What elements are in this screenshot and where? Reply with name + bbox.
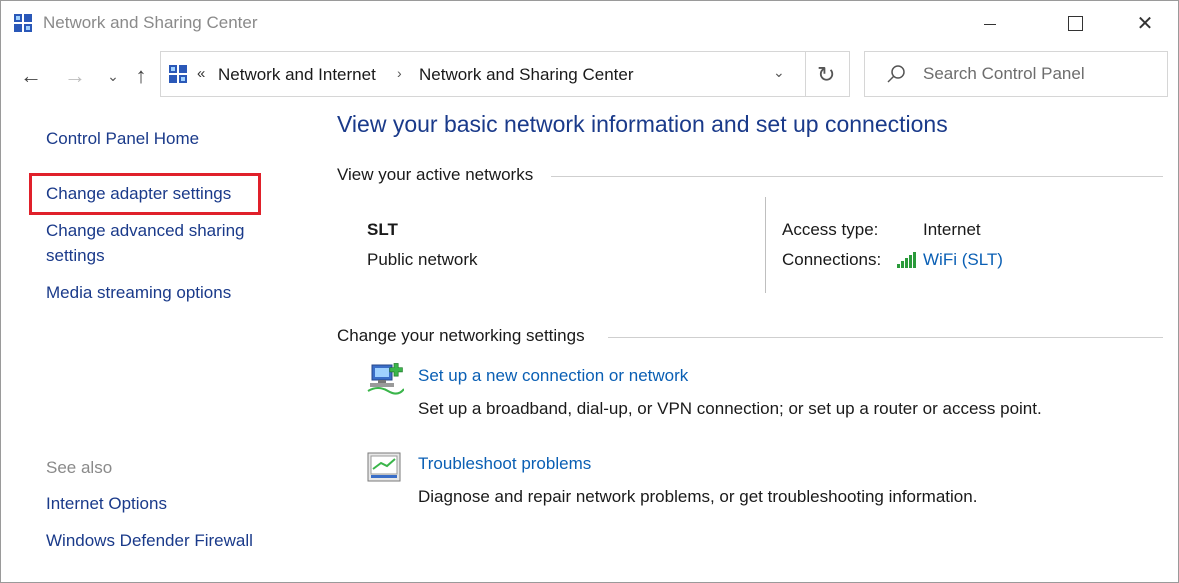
maximize-icon [1068, 16, 1083, 31]
windows-defender-firewall-link[interactable]: Windows Defender Firewall [46, 531, 253, 551]
media-streaming-options-link[interactable]: Media streaming options [46, 283, 231, 303]
address-bar[interactable]: « Network and Internet › Network and Sha… [160, 51, 850, 97]
access-type-value: Internet [923, 220, 981, 239]
minimize-icon [984, 24, 996, 25]
section-divider [551, 176, 1163, 177]
troubleshoot-problems-link[interactable]: Troubleshoot problems [418, 454, 591, 474]
main-content: View your basic network information and … [321, 101, 1178, 582]
change-settings-heading: Change your networking settings [337, 326, 585, 345]
chevron-down-icon: ⌄ [107, 68, 119, 84]
control-panel-icon [169, 65, 187, 83]
maximize-button[interactable] [1046, 1, 1102, 47]
search-icon [887, 65, 905, 83]
new-connection-icon [367, 363, 404, 395]
breadcrumb-separator-icon[interactable]: › [397, 65, 402, 81]
arrow-up-icon: ↑ [135, 63, 147, 88]
search-input[interactable] [923, 62, 1153, 86]
wifi-signal-icon [897, 252, 916, 268]
arrow-right-icon: → [64, 63, 86, 88]
network-center-app-icon [14, 14, 32, 32]
network-name: SLT [367, 220, 398, 239]
network-divider [765, 197, 766, 293]
back-button[interactable]: ← [17, 63, 45, 89]
search-box[interactable] [864, 51, 1168, 97]
control-panel-home-link[interactable]: Control Panel Home [46, 129, 199, 149]
network-type[interactable]: Public network [367, 250, 478, 270]
navigation-bar: ← → ⌄ ↑ « Network and Internet › Network… [1, 49, 1178, 101]
breadcrumb-network-and-internet[interactable]: Network and Internet [218, 65, 376, 85]
troubleshoot-icon [367, 452, 401, 482]
active-networks-heading: View your active networks [337, 165, 534, 184]
setup-connection-description: Set up a broadband, dial-up, or VPN conn… [418, 399, 1042, 418]
close-icon: ✕ [1136, 13, 1154, 35]
close-button[interactable]: ✕ [1117, 1, 1173, 47]
change-advanced-sharing-link-continued[interactable]: settings [46, 246, 105, 266]
internet-options-link[interactable]: Internet Options [46, 494, 167, 514]
left-pane: Control Panel Home Change adapter settin… [1, 101, 321, 582]
change-adapter-settings-link[interactable]: Change adapter settings [46, 184, 231, 204]
arrow-left-icon: ← [20, 63, 42, 88]
wifi-connection-link[interactable]: WiFi (SLT) [923, 250, 1003, 270]
section-divider [608, 337, 1163, 338]
setup-connection-link[interactable]: Set up a new connection or network [418, 366, 688, 386]
minimize-button[interactable] [961, 1, 1017, 47]
page-title: View your basic network information and … [337, 111, 948, 137]
chevron-down-icon: ⌄ [773, 64, 785, 80]
address-divider [805, 52, 806, 96]
change-advanced-sharing-link[interactable]: Change advanced sharing [46, 221, 244, 241]
refresh-icon: ↻ [817, 62, 836, 87]
breadcrumb-network-and-sharing-center[interactable]: Network and Sharing Center [419, 65, 634, 85]
title-bar: Network and Sharing Center ✕ [1, 1, 1178, 47]
address-dropdown-button[interactable]: ⌄ [773, 64, 785, 81]
see-also-label: See also [46, 458, 113, 477]
access-type-label: Access type: [782, 220, 879, 239]
troubleshoot-problems-description: Diagnose and repair network problems, or… [418, 487, 978, 506]
recent-locations-button[interactable]: ⌄ [99, 63, 127, 89]
connections-label: Connections: [782, 250, 882, 269]
window: Network and Sharing Center ✕ ← → ⌄ ↑ « N… [0, 0, 1179, 583]
forward-button[interactable]: → [61, 63, 89, 89]
up-button[interactable]: ↑ [127, 63, 155, 89]
refresh-button[interactable]: ↻ [817, 62, 835, 88]
window-title: Network and Sharing Center [43, 13, 258, 32]
breadcrumb-overflow-button[interactable]: « [197, 65, 205, 82]
